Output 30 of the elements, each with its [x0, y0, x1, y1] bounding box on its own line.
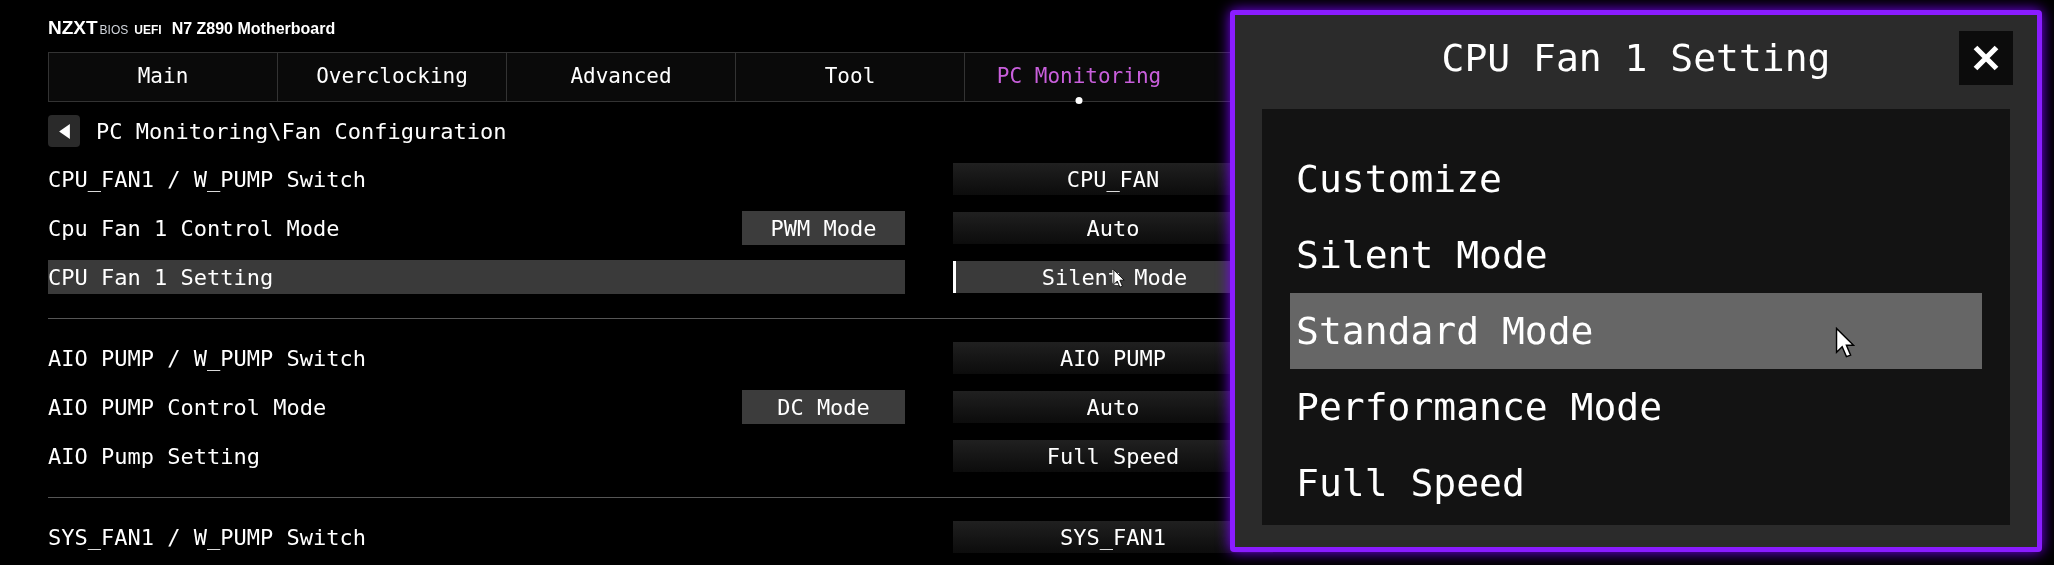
- nav-tab[interactable]: Overclocking: [277, 53, 506, 101]
- setting-label[interactable]: CPU Fan 1 Setting: [48, 260, 905, 294]
- option-item[interactable]: Performance Mode: [1290, 369, 1982, 445]
- setting-label[interactable]: AIO Pump Setting: [48, 439, 905, 473]
- nav-tab[interactable]: PC Monitoring: [964, 53, 1193, 101]
- option-item[interactable]: Customize: [1290, 141, 1982, 217]
- setting-label[interactable]: CPU_FAN1 / W_PUMP Switch: [48, 162, 905, 196]
- mode-badge: PWM Mode: [742, 211, 905, 245]
- mouse-pointer-icon: [1835, 327, 1855, 358]
- dialog-title: CPU Fan 1 Setting: [1441, 34, 1831, 82]
- close-button[interactable]: [1959, 31, 2013, 85]
- setting-label[interactable]: AIO PUMP Control Mode: [48, 390, 742, 424]
- option-item[interactable]: Silent Mode: [1290, 217, 1982, 293]
- brand-logo: NZXT: [48, 16, 98, 40]
- nav-tab[interactable]: Advanced: [506, 53, 735, 101]
- mode-badge: DC Mode: [742, 390, 905, 424]
- setting-label[interactable]: SYS_FAN1 / W_PUMP Switch: [48, 520, 905, 554]
- nav-tab[interactable]: Main: [48, 53, 277, 101]
- bios-label: BIOS: [99, 22, 129, 39]
- close-icon: [1971, 43, 2001, 73]
- nav-tab[interactable]: Tool: [735, 53, 964, 101]
- breadcrumb: PC Monitoring\Fan Configuration: [96, 117, 507, 146]
- option-item[interactable]: Full Speed: [1290, 445, 1982, 521]
- uefi-label: UEFI: [134, 22, 162, 39]
- back-arrow-icon: [58, 123, 70, 139]
- option-item[interactable]: Standard Mode: [1290, 293, 1982, 369]
- setting-label[interactable]: AIO PUMP / W_PUMP Switch: [48, 341, 905, 375]
- setting-label[interactable]: Cpu Fan 1 Control Mode: [48, 211, 742, 245]
- back-button[interactable]: [48, 115, 80, 147]
- motherboard-model: N7 Z890 Motherboard: [171, 19, 336, 39]
